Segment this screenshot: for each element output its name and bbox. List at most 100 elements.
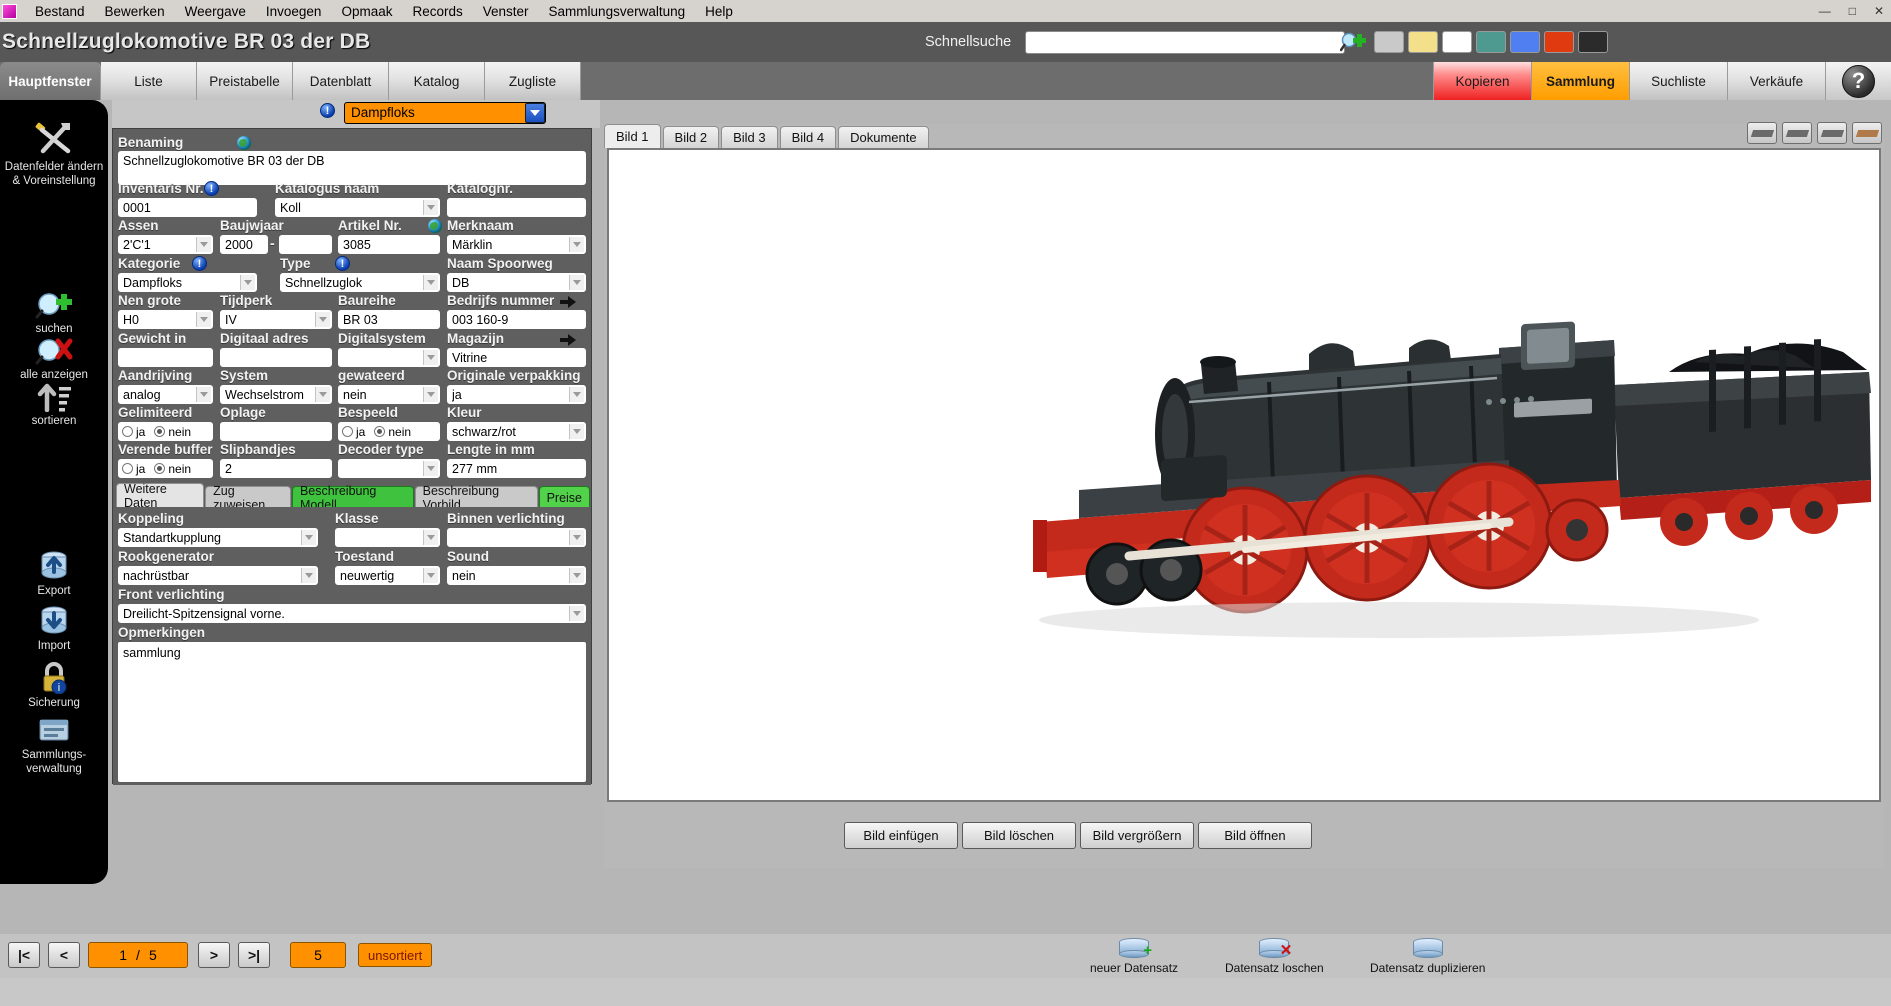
chevron-down-icon-klasse[interactable] xyxy=(423,530,438,545)
select-rookgenerator[interactable]: nachrüstbar xyxy=(118,566,318,585)
action-datensatz-duplizieren[interactable]: Datensatz duplizieren xyxy=(1370,938,1485,975)
sidebar-item-sicherung[interactable]: i Sicherung xyxy=(0,660,108,711)
nav-last-button[interactable]: >| xyxy=(238,942,270,968)
image-tab-dokumente[interactable]: Dokumente xyxy=(838,126,929,148)
tab-kopieren[interactable]: Kopieren xyxy=(1433,62,1531,100)
field-lengte[interactable]: 277 mm xyxy=(447,459,586,478)
select-naam-spoorweg[interactable]: DB xyxy=(447,273,586,292)
select-front-verlichting[interactable]: Dreilicht-Spitzensignal vorne. xyxy=(118,604,586,623)
radio-group-bespeeld[interactable]: ja nein xyxy=(338,422,440,441)
button-bild-vergroessern[interactable]: Bild vergrößern xyxy=(1080,822,1194,849)
sidebar-item-alle-anzeigen[interactable]: alle anzeigen xyxy=(0,336,108,383)
chevron-down-icon-assen[interactable] xyxy=(196,237,211,252)
radio-verende-ja[interactable] xyxy=(122,463,133,474)
minimize-button[interactable]: — xyxy=(1816,4,1834,18)
arrow-right-icon-magazijn[interactable] xyxy=(560,333,577,347)
chevron-down-icon-decoder[interactable] xyxy=(423,461,438,476)
menu-item-venster[interactable]: Venster xyxy=(473,2,539,21)
select-aandrijving[interactable]: analog xyxy=(118,385,213,404)
menu-item-help[interactable]: Help xyxy=(695,2,743,21)
view-mode-button-4[interactable] xyxy=(1852,122,1882,144)
radio-group-verende-buffer[interactable]: ja nein xyxy=(118,459,213,478)
swatch-teal[interactable] xyxy=(1476,31,1506,53)
menu-item-records[interactable]: Records xyxy=(402,2,472,21)
subtab-preise[interactable]: Preise xyxy=(538,486,590,508)
field-oplage[interactable] xyxy=(220,422,332,441)
action-neuer-datensatz[interactable]: + neuer Datensatz xyxy=(1090,938,1178,975)
select-tijdperk[interactable]: IV xyxy=(220,310,332,329)
search-input[interactable] xyxy=(1025,30,1346,54)
nav-next-button[interactable]: > xyxy=(198,942,230,968)
image-tab-bild-1[interactable]: Bild 1 xyxy=(604,124,661,148)
tab-sammlung[interactable]: Sammlung xyxy=(1531,62,1629,100)
subtab-beschreibung-modell[interactable]: Beschreibung Modell xyxy=(291,484,414,512)
sort-state-badge[interactable]: unsortiert xyxy=(358,943,433,967)
chevron-down-icon-aandrijving[interactable] xyxy=(196,387,211,402)
swatch-black[interactable] xyxy=(1578,31,1608,53)
maximize-button[interactable]: □ xyxy=(1846,4,1859,18)
select-toestand[interactable]: neuwertig xyxy=(335,566,440,585)
select-decoder-type[interactable] xyxy=(338,459,440,478)
nav-first-button[interactable]: |< xyxy=(8,942,40,968)
menu-item-opmaak[interactable]: Opmaak xyxy=(331,2,402,21)
chevron-down-icon-tijdperk[interactable] xyxy=(315,312,330,327)
tab-suchliste[interactable]: Suchliste xyxy=(1629,62,1727,100)
record-count-box[interactable]: 5 xyxy=(290,942,346,968)
select-digitalsystem[interactable] xyxy=(338,348,440,367)
field-bedrijfs-nummer[interactable]: 003 160-9 xyxy=(447,310,586,329)
field-baujwjaar-to[interactable] xyxy=(279,235,332,254)
chevron-down-icon-digitalsystem[interactable] xyxy=(423,350,438,365)
chevron-down-icon-system[interactable] xyxy=(315,387,330,402)
tab-datenblatt[interactable]: Datenblatt xyxy=(293,62,389,100)
subtab-zug-zuweisen[interactable]: Zug zuweisen xyxy=(205,484,291,512)
chevron-down-icon-sound[interactable] xyxy=(569,568,584,583)
select-type[interactable]: Schnellzuglok xyxy=(280,273,440,292)
button-bild-oeffnen[interactable]: Bild öffnen xyxy=(1198,822,1312,849)
menu-item-sammlungsverwaltung[interactable]: Sammlungsverwaltung xyxy=(539,2,696,21)
radio-gelimiteerd-nein[interactable] xyxy=(154,426,166,437)
tab-preistabelle[interactable]: Preistabelle xyxy=(197,62,293,100)
field-artikel-nr[interactable]: 3085 xyxy=(338,235,440,254)
tab-liste[interactable]: Liste xyxy=(101,62,197,100)
button-bild-loeschen[interactable]: Bild löschen xyxy=(962,822,1076,849)
page-indicator[interactable]: 1 / 5 xyxy=(88,942,188,968)
field-gewicht[interactable] xyxy=(118,348,213,367)
chevron-down-icon-nengrote[interactable] xyxy=(196,312,211,327)
field-benaming[interactable]: Schnellzuglokomotive BR 03 der DB xyxy=(118,151,586,185)
chevron-down-icon-koppeling[interactable] xyxy=(301,530,316,545)
swatch-blue[interactable] xyxy=(1510,31,1540,53)
help-button[interactable]: ? xyxy=(1825,62,1891,100)
radio-bespeeld-nein[interactable] xyxy=(374,426,386,437)
arrow-right-icon-bedrijfs[interactable] xyxy=(560,295,577,309)
image-tab-bild-2[interactable]: Bild 2 xyxy=(662,126,720,148)
button-bild-einfuegen[interactable]: Bild einfügen xyxy=(844,822,958,849)
select-koppeling[interactable]: Standartkupplung xyxy=(118,528,318,547)
chevron-down-icon-kleur[interactable] xyxy=(569,424,584,439)
select-katalogus-naam[interactable]: Koll xyxy=(275,198,440,217)
image-tab-bild-3[interactable]: Bild 3 xyxy=(721,126,778,148)
swatch-red[interactable] xyxy=(1544,31,1574,53)
chevron-down-icon-verpakking[interactable] xyxy=(569,387,584,402)
chevron-down-icon-category[interactable] xyxy=(525,103,545,123)
subtab-beschreibung-vorbild[interactable]: Beschreibung Vorbild xyxy=(414,484,538,512)
tab-hauptfenster[interactable]: Hauptfenster xyxy=(0,62,101,100)
tab-verkaeufe[interactable]: Verkäufe xyxy=(1727,62,1825,100)
field-inventaris-nr[interactable]: 0001 xyxy=(118,198,257,217)
chevron-down-icon-spoorweg[interactable] xyxy=(569,275,584,290)
select-assen[interactable]: 2'C'1 xyxy=(118,235,213,254)
close-button[interactable]: ✕ xyxy=(1871,4,1887,18)
image-viewport[interactable] xyxy=(607,148,1881,802)
chevron-down-icon-gewateerd[interactable] xyxy=(423,387,438,402)
menu-item-bewerken[interactable]: Bewerken xyxy=(95,2,175,21)
swatch-yellow[interactable] xyxy=(1408,31,1438,53)
chevron-down-icon-kategorie[interactable] xyxy=(240,275,255,290)
chevron-down-icon-merknaam[interactable] xyxy=(569,237,584,252)
action-datensatz-loeschen[interactable]: ✕ Datensatz loschen xyxy=(1225,938,1324,975)
subtab-weitere-daten[interactable]: Weitere Daten xyxy=(116,482,205,510)
select-nen-grote[interactable]: H0 xyxy=(118,310,213,329)
select-klasse[interactable] xyxy=(335,528,440,547)
swatch-white[interactable] xyxy=(1442,31,1472,53)
tab-zugliste[interactable]: Zugliste xyxy=(485,62,581,100)
view-mode-button-1[interactable] xyxy=(1747,122,1777,144)
view-mode-button-3[interactable] xyxy=(1817,122,1847,144)
